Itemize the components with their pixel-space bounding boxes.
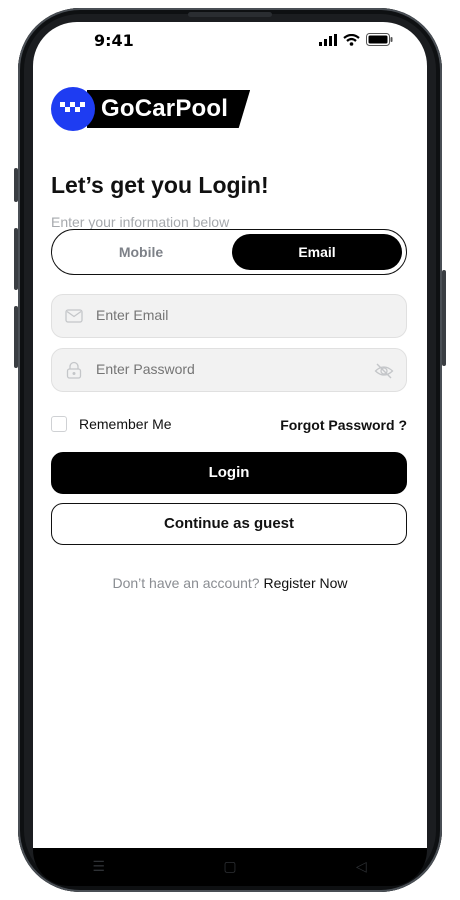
battery-icon [366, 33, 393, 46]
forgot-password-link[interactable]: Forgot Password ? [280, 417, 407, 433]
mail-icon [65, 309, 83, 323]
back-triangle-icon[interactable]: ◁ [346, 859, 376, 875]
menu-icon[interactable]: ☰ [84, 859, 114, 875]
remember-label: Remember Me [79, 416, 172, 432]
status-time: 9:41 [94, 31, 134, 50]
tab-email[interactable]: Email [232, 234, 402, 270]
password-field[interactable] [51, 348, 407, 392]
email-input[interactable] [96, 307, 356, 323]
remember-checkbox[interactable] [51, 416, 67, 432]
register-prompt: Don’t have an account? Register Now [33, 575, 427, 591]
brand-logo: GoCarPool [51, 87, 251, 131]
volume-down-button [14, 306, 18, 368]
status-icons [319, 33, 393, 46]
signal-icon [319, 33, 337, 46]
register-question: Don’t have an account? [112, 575, 260, 591]
login-method-toggle: Mobile Email [51, 229, 407, 275]
wifi-icon [343, 33, 360, 46]
lock-icon [66, 361, 82, 379]
page-title: Let’s get you Login! [51, 172, 269, 198]
register-now-link[interactable]: Register Now [263, 575, 347, 591]
taxi-checker-icon [51, 87, 95, 131]
tab-mobile[interactable]: Mobile [56, 234, 226, 270]
status-bar: 9:41 [33, 22, 427, 62]
speaker-grille [188, 12, 272, 17]
brand-name: GoCarPool [87, 90, 251, 128]
volume-up-button [14, 228, 18, 290]
login-button[interactable]: Login [51, 452, 407, 494]
page-subtitle: Enter your information below [51, 214, 230, 230]
eye-off-icon[interactable] [374, 361, 394, 381]
continue-as-guest-button[interactable]: Continue as guest [51, 503, 407, 545]
mute-switch [14, 168, 18, 202]
email-field[interactable] [51, 294, 407, 338]
password-input[interactable] [96, 361, 356, 377]
app-screen: 9:41 GoCarPool Let’s get you Login! Ente… [33, 22, 427, 848]
home-square-icon[interactable]: ▢ [215, 859, 245, 875]
remember-me[interactable]: Remember Me [51, 416, 172, 432]
system-nav-bar: ☰ ▢ ◁ [33, 848, 427, 886]
power-button [442, 270, 446, 366]
